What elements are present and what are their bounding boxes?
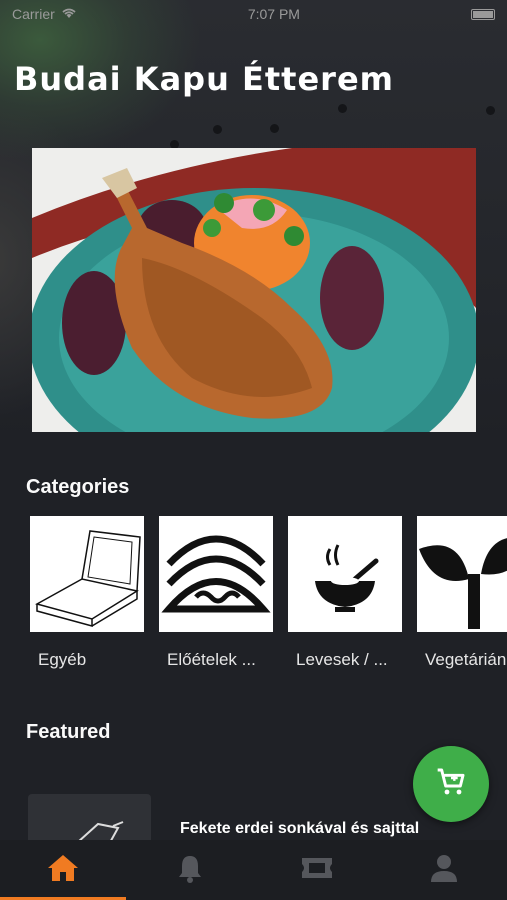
tab-tickets[interactable]: [254, 840, 380, 900]
category-card-egyeb[interactable]: Egyéb: [30, 516, 144, 670]
categories-heading: Categories: [26, 476, 130, 498]
soup-bowl-icon: [288, 516, 402, 632]
category-label: Vegetárián: [425, 650, 507, 669]
carrier-label: Carrier: [12, 6, 55, 22]
sprout-icon: [417, 516, 507, 632]
tab-notifications[interactable]: [127, 840, 253, 900]
cart-button[interactable]: [413, 746, 489, 822]
bell-icon: [176, 853, 204, 888]
ticket-icon: [300, 854, 334, 887]
featured-heading: Featured: [26, 721, 111, 743]
pizza-box-icon: [30, 516, 144, 632]
bottom-tab-bar: [0, 840, 507, 900]
category-card-eloetelek[interactable]: Előételek ...: [159, 516, 273, 670]
wifi-icon: [61, 6, 77, 22]
tacos-icon: [159, 516, 273, 632]
status-time: 7:07 PM: [247, 6, 300, 22]
category-label: Előételek ...: [167, 650, 256, 669]
user-icon: [429, 853, 459, 888]
status-bar: Carrier 7:07 PM: [0, 0, 507, 28]
categories-carousel[interactable]: Egyéb Előételek ... Levesek / ... Vegetá…: [30, 516, 507, 676]
category-card-vegetarian[interactable]: Vegetárián: [417, 516, 507, 670]
category-card-levesek[interactable]: Levesek / ...: [288, 516, 402, 670]
cart-icon: [435, 766, 467, 803]
tab-profile[interactable]: [381, 840, 507, 900]
featured-item-title[interactable]: Fekete erdei sonkával és sajttal: [180, 820, 419, 838]
category-label: Levesek / ...: [296, 650, 388, 669]
restaurant-title: Budai Kapu Étterem: [14, 60, 394, 98]
battery-icon: [470, 8, 495, 20]
home-icon: [46, 853, 80, 888]
category-label: Egyéb: [38, 650, 87, 669]
tab-home[interactable]: [0, 840, 127, 900]
hero-image: [32, 148, 476, 432]
